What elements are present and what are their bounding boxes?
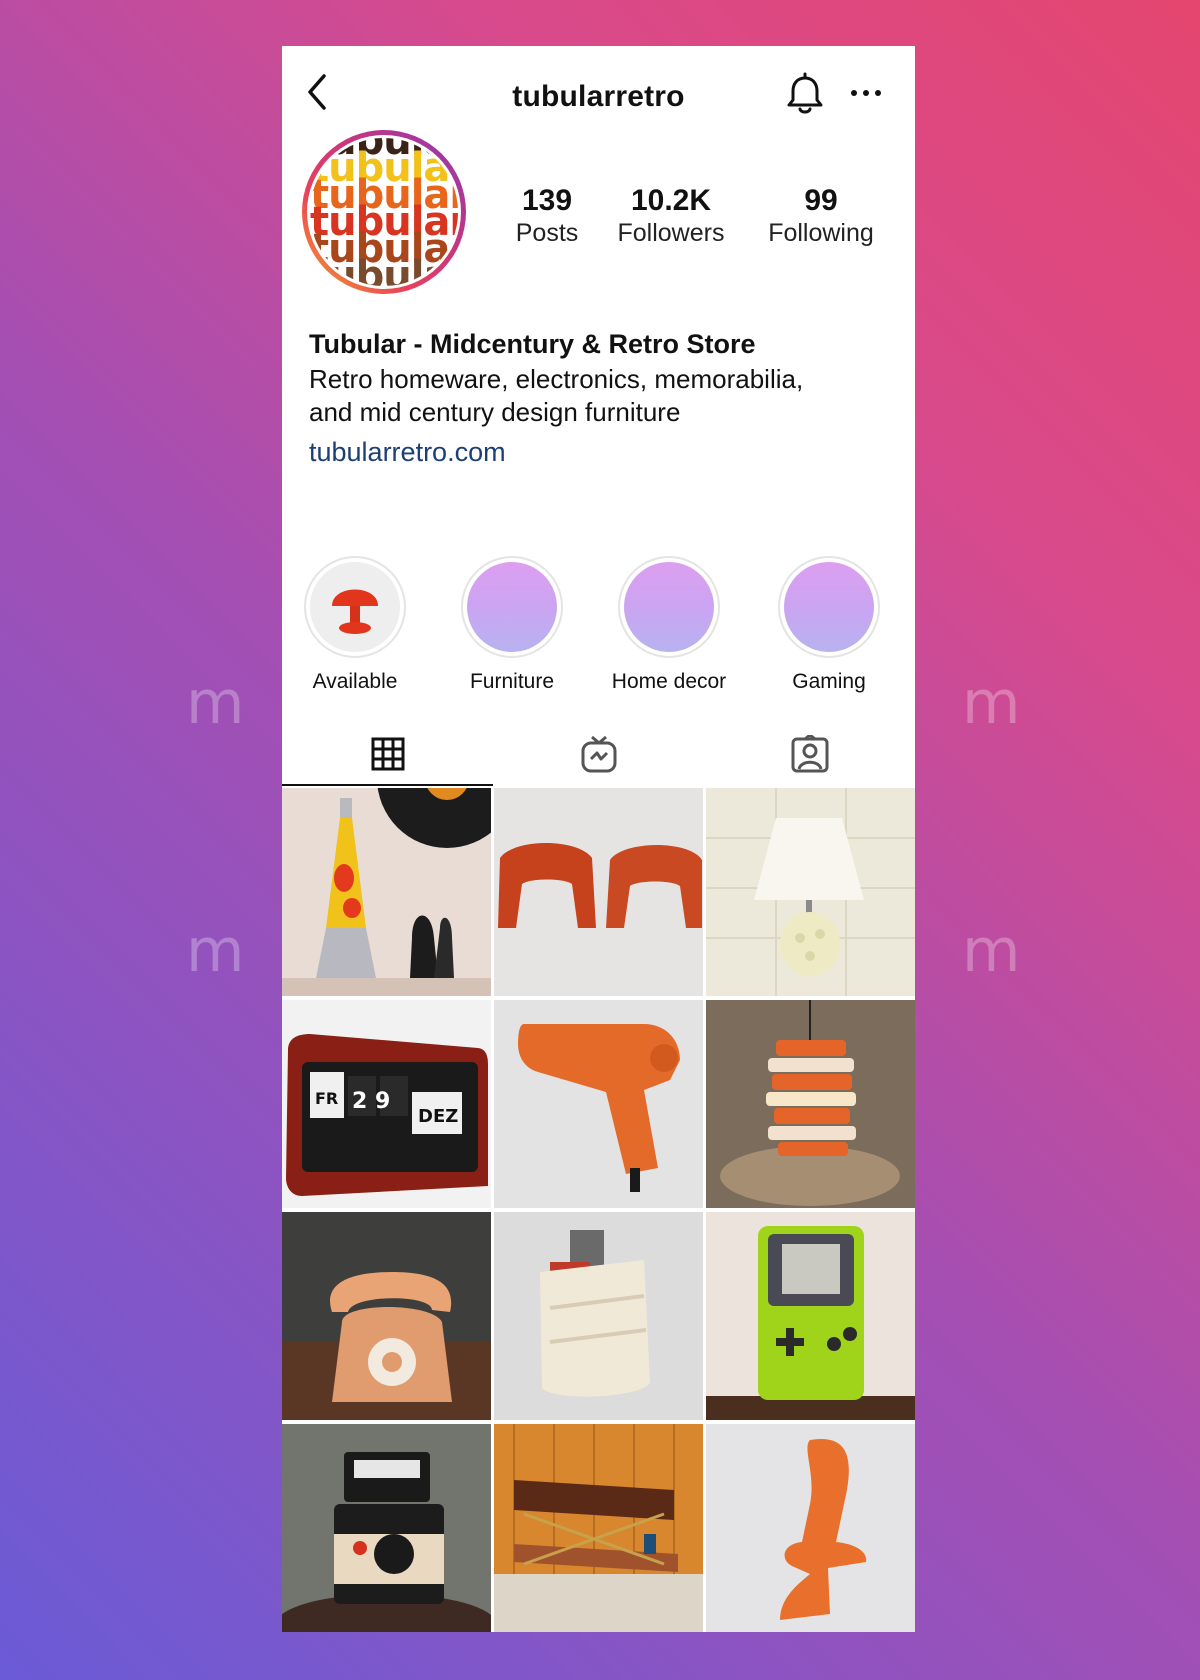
post-lava-lamp[interactable]	[282, 788, 491, 996]
tagged-icon	[791, 733, 829, 778]
profile-bio: Tubular - Midcentury & Retro Store Retro…	[309, 326, 889, 470]
post-pendant-lamp[interactable]	[706, 1000, 915, 1208]
igtv-icon	[581, 735, 617, 778]
bell-icon[interactable]	[785, 72, 825, 116]
tab-igtv[interactable]	[493, 724, 704, 788]
post-bar-cart[interactable]	[494, 1424, 703, 1632]
bio-line-1: Retro homeware, electronics, memorabilia…	[309, 364, 804, 394]
following-label: Following	[768, 219, 874, 247]
post-telephone[interactable]	[282, 1212, 491, 1420]
post-instant-camera[interactable]	[282, 1424, 491, 1632]
highlight-cover	[778, 556, 880, 658]
clock-day: FR	[315, 1089, 338, 1108]
highlight-gaming[interactable]: Gaming	[764, 556, 894, 694]
highlight-label: Home decor	[611, 670, 727, 693]
bio-line-2: and mid century design furniture	[309, 397, 681, 427]
post-flip-clock[interactable]: FR 2 9 DEZ	[282, 1000, 491, 1208]
stat-followers[interactable]: 10.2K Followers	[606, 184, 736, 248]
tab-tagged[interactable]	[704, 724, 915, 788]
website-link[interactable]: tubularretro.com	[309, 434, 889, 470]
highlight-available[interactable]: Available	[290, 556, 420, 694]
avatar[interactable]: tubular tubular tubular tubular tubular …	[302, 130, 466, 294]
highlight-label: Gaming	[792, 670, 866, 693]
avatar-logo: tubular tubular tubular tubular tubular …	[310, 138, 458, 286]
post-chair[interactable]	[706, 1424, 915, 1632]
mushroom-lamp-icon	[310, 562, 400, 652]
following-count: 99	[804, 184, 838, 217]
highlight-cover	[461, 556, 563, 658]
stat-posts[interactable]: 139 Posts	[502, 184, 592, 248]
followers-label: Followers	[617, 219, 725, 247]
profile-screen: tubularretro tubular tubular tubular tub…	[282, 46, 915, 1632]
stat-following[interactable]: 99 Following	[756, 184, 886, 248]
watermark: m	[186, 916, 245, 986]
grid-icon	[371, 737, 405, 776]
watermark: m	[962, 916, 1021, 986]
clock-date: 2 9	[352, 1089, 390, 1114]
highlight-cover	[304, 556, 406, 658]
clock-month: DEZ	[418, 1106, 458, 1127]
posts-label: Posts	[515, 219, 579, 247]
post-table-lamp[interactable]	[706, 788, 915, 996]
highlight-label: Available	[312, 670, 398, 693]
watermark: m	[186, 668, 245, 738]
posts-count: 139	[521, 184, 573, 217]
profile-tabs	[282, 724, 915, 788]
highlight-home-decor[interactable]: Home decor	[604, 556, 734, 694]
highlight-label: Furniture	[469, 670, 555, 693]
highlight-furniture[interactable]: Furniture	[447, 556, 577, 694]
display-name: Tubular - Midcentury & Retro Store	[309, 329, 756, 359]
profile-stats: 139 Posts 10.2K Followers 99 Following	[502, 184, 902, 264]
post-hair-dryer[interactable]	[494, 1000, 703, 1208]
post-stools[interactable]	[494, 788, 703, 996]
avatar-frame: tubular tubular tubular tubular tubular …	[307, 135, 461, 289]
active-tab-indicator	[282, 784, 493, 786]
followers-count: 10.2K	[630, 184, 712, 217]
post-magazine-rack[interactable]	[494, 1212, 703, 1420]
tab-grid[interactable]	[282, 724, 493, 788]
highlight-cover	[618, 556, 720, 658]
post-game-boy[interactable]	[706, 1212, 915, 1420]
watermark: m	[962, 668, 1021, 738]
more-options-icon[interactable]	[848, 86, 884, 100]
